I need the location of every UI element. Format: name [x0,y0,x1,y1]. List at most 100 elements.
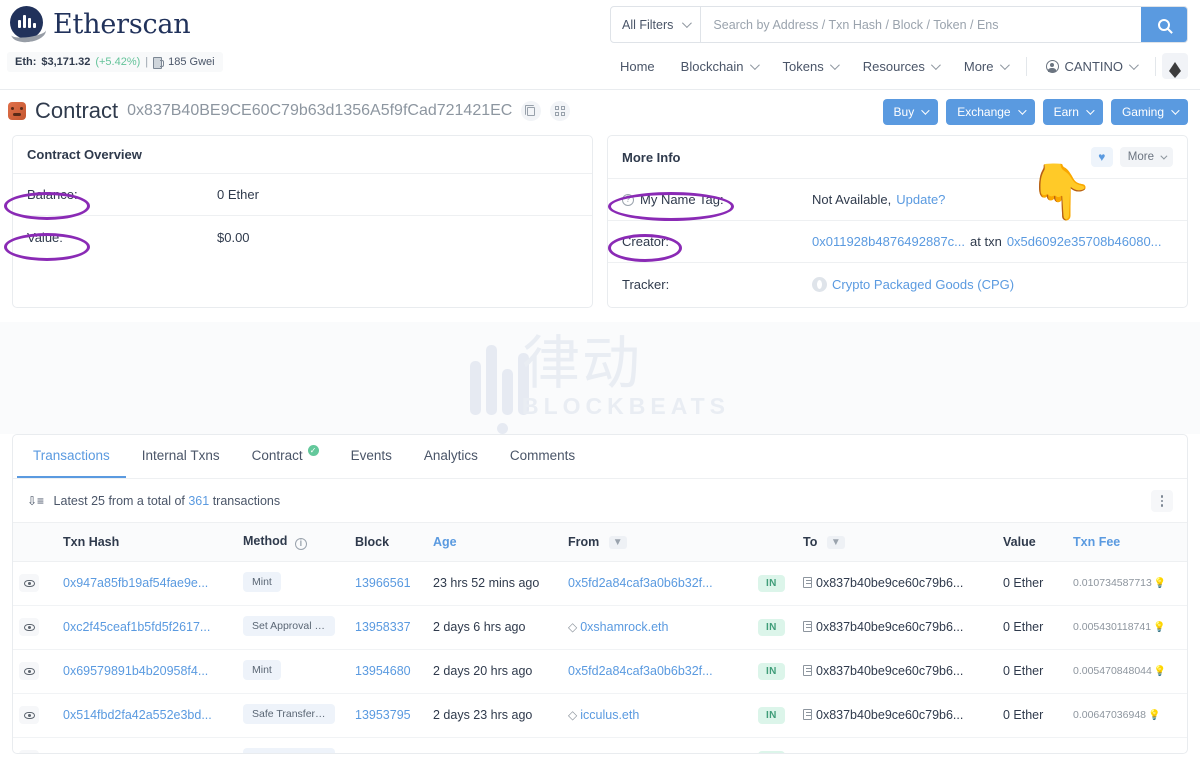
tab-label: Events [351,448,392,463]
to-address[interactable]: 0x837b40be9ce60c79b6... [816,708,963,722]
tab-transactions[interactable]: Transactions [17,435,126,478]
all-filters-dropdown[interactable]: All Filters [611,7,701,42]
nav-label: Blockchain [681,59,744,74]
preview-txn-button[interactable] [19,706,39,724]
th-value[interactable]: Value [997,523,1067,562]
eye-icon [24,712,35,719]
watermark-subtitle: BLOCKBEATS [522,393,730,420]
from-address-link[interactable]: 0xshamrock.eth [580,620,668,634]
search-bar: All Filters [610,6,1188,43]
creator-address-link[interactable]: 0x011928b4876492887c... [812,234,965,249]
nav-item-resources[interactable]: Resources [850,55,951,78]
search-button[interactable] [1141,7,1187,42]
eth-price-ticker[interactable]: Eth: $3,171.32 (+5.42%) | 185 Gwei [7,52,223,72]
tab-contract[interactable]: Contract✓ [236,435,335,478]
from-address-link[interactable]: jonhart.eth [580,752,639,754]
brand-logo[interactable]: Etherscan [10,6,191,42]
td-block: 13953795 [349,693,427,737]
tab-analytics[interactable]: Analytics [408,435,494,478]
th-spacer [13,523,57,562]
chevron-down-icon [1086,106,1094,114]
nav-label: CANTINO [1065,59,1124,74]
more-info-more-button[interactable]: More [1120,147,1173,167]
sort-descending-icon[interactable]: ⇩≡ [27,494,44,508]
gaming-button[interactable]: Gaming [1111,99,1188,125]
to-address[interactable]: 0x837b40be9ce60c79b6... [816,664,963,678]
nav-item-more[interactable]: More [951,55,1020,78]
favorite-button[interactable]: ♥ [1091,147,1113,167]
preview-txn-button[interactable] [19,574,39,592]
block-link[interactable]: 13953795 [355,708,411,722]
td-from: ◇icculus.eth [562,693,752,737]
earn-label: Earn [1054,105,1079,119]
table-options-button[interactable] [1151,490,1173,512]
summary-total-count[interactable]: 361 [188,494,209,508]
td-preview [13,737,57,754]
txn-hash-link[interactable]: 0x947a85fb19af54fae9e... [63,576,208,590]
table-header-row: Txn Hash Method i Block Age From ▼ To ▼ … [13,523,1187,562]
filter-icon[interactable]: ▼ [609,536,627,549]
gas-bulb-icon: 💡 [1154,666,1166,677]
td-txn-fee: 0.005470848044💡 [1067,649,1187,693]
from-address-link[interactable]: 0x5fd2a84caf3a0b6b32f... [568,664,713,678]
nav-item-tokens[interactable]: Tokens [770,55,850,78]
preview-txn-button[interactable] [19,750,39,754]
tracker-link[interactable]: Crypto Packaged Goods (CPG) [832,277,1014,292]
th-txn-fee[interactable]: Txn Fee [1067,523,1187,562]
from-address-link[interactable]: icculus.eth [580,708,639,722]
qr-code-icon [555,106,565,116]
chevron-down-icon [931,60,941,70]
page-title-row: Contract 0x837B40BE9CE60C79b63d1356A5f9f… [8,98,570,124]
from-address-link[interactable]: 0x5fd2a84caf3a0b6b32f... [568,576,713,590]
network-switcher-button[interactable] [1162,53,1188,79]
block-link[interactable]: 13966561 [355,576,411,590]
th-txn-hash[interactable]: Txn Hash [57,523,237,562]
creation-txn-link[interactable]: 0x5d6092e35708b46080... [1007,234,1162,249]
block-link[interactable]: 13954680 [355,664,411,678]
tab-events[interactable]: Events [335,435,408,478]
th-to-label: To [803,535,817,549]
tab-internal-txns[interactable]: Internal Txns [126,435,236,478]
th-to[interactable]: To ▼ [797,523,997,562]
to-address[interactable]: 0x837b40be9ce60c79b6... [816,620,963,634]
txn-fee-value: 0.00647036948 [1073,709,1146,721]
txn-hash-link[interactable]: 0x514fbd2fa42a552e3bd... [63,708,212,722]
td-direction: IN [752,737,797,754]
earn-button[interactable]: Earn [1043,99,1103,125]
preview-txn-button[interactable] [19,662,39,680]
info-icon[interactable]: i [295,538,307,550]
th-block[interactable]: Block [349,523,427,562]
qr-code-button[interactable] [550,101,570,121]
to-address[interactable]: 0x837b40be9ce60c79b6... [816,752,963,754]
th-method[interactable]: Method i [237,523,349,562]
more-info-header: More Info ♥ More [608,136,1187,179]
chevron-down-icon [1171,106,1179,114]
txn-fee-value: 0.010734587713 [1073,577,1152,589]
help-icon[interactable]: ? [622,194,634,206]
nav-item-home[interactable]: Home [607,55,668,78]
txn-hash-link[interactable]: 0x8645fecbb4e29af5490... [63,752,211,754]
buy-button[interactable]: Buy [883,99,939,125]
block-link[interactable]: 13952501 [355,752,411,754]
tab-comments[interactable]: Comments [494,435,591,478]
copy-address-button[interactable] [521,101,541,121]
nav-item-account[interactable]: CANTINO [1033,55,1150,78]
th-age[interactable]: Age [427,523,562,562]
th-direction [752,523,797,562]
to-address[interactable]: 0x837b40be9ce60c79b6... [816,576,963,590]
contract-doc-icon [803,709,812,720]
txn-fee-value: 0.00566442231 [1073,753,1146,754]
tracker-row: Tracker: Crypto Packaged Goods (CPG) [608,263,1187,305]
th-from[interactable]: From ▼ [562,523,752,562]
txn-hash-link[interactable]: 0xc2f45ceaf1b5fd5f2617... [63,620,210,634]
update-name-tag-link[interactable]: Update? [896,192,945,207]
page-action-buttons: Buy Exchange Earn Gaming [883,99,1188,125]
exchange-button[interactable]: Exchange [946,99,1034,125]
search-input[interactable] [701,7,1141,42]
block-link[interactable]: 13958337 [355,620,411,634]
filter-icon[interactable]: ▼ [827,536,845,549]
nav-item-blockchain[interactable]: Blockchain [668,55,770,78]
preview-txn-button[interactable] [19,618,39,636]
txn-hash-link[interactable]: 0x69579891b4b20958f4... [63,664,208,678]
td-from: ◇0xshamrock.eth [562,605,752,649]
